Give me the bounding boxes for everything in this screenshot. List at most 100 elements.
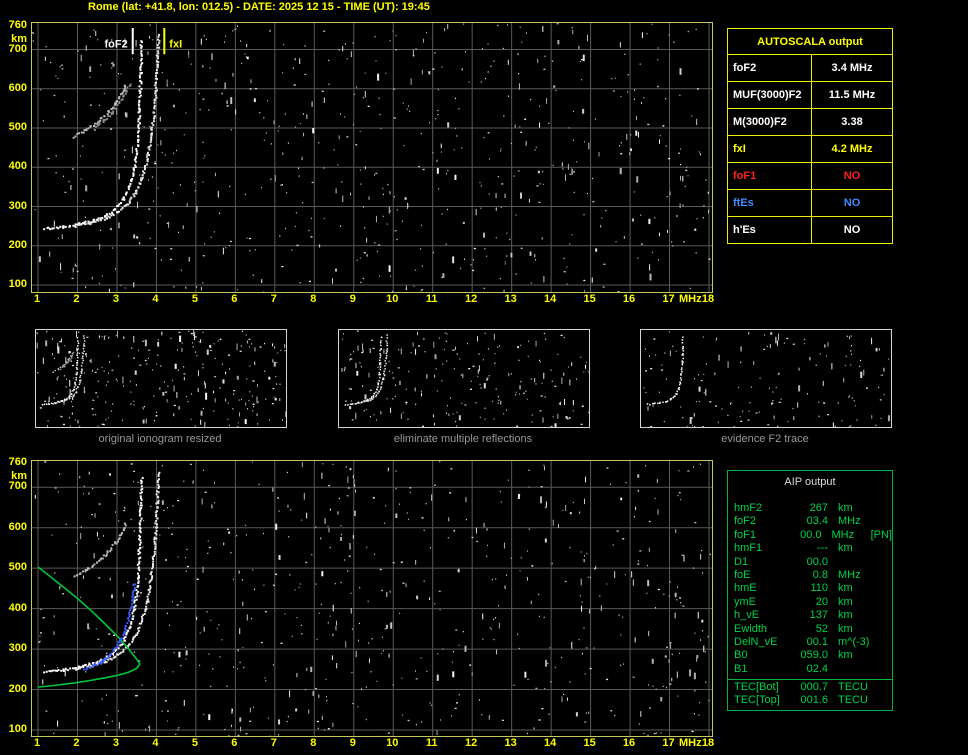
- x-axis-tick-label: 10: [386, 737, 399, 749]
- aip-cell: [880, 542, 892, 555]
- x-axis-tick-label: 7: [270, 737, 277, 749]
- aip-cell: MHz: [838, 568, 861, 581]
- aip-cell: 0.8: [812, 568, 828, 581]
- aip-table-title: AIP output: [784, 476, 836, 488]
- aip-cell: [880, 556, 892, 569]
- noise-echoes: [32, 23, 711, 292]
- panel-evidence-caption: evidence F2 trace: [721, 433, 809, 445]
- autoscala-row-label: foF2: [728, 55, 812, 81]
- aip-row-yme: ymE 20 km: [728, 596, 892, 609]
- aip-row-hmf1: hmF1 --- km: [728, 542, 892, 555]
- aip-cell: h_vE: [734, 609, 760, 622]
- aip-cell: ---: [817, 542, 828, 555]
- aip-row-b1: B1 02.4: [728, 663, 892, 676]
- x-axis-unit-label: MHz: [679, 737, 702, 749]
- aip-cell: MHz: [831, 528, 855, 541]
- aip-cell: 137: [809, 609, 828, 622]
- noise-echoes: [341, 330, 589, 427]
- autoscala-row-m3000f2: M(3000)F2 3.38: [728, 109, 892, 136]
- x-axis-tick-label: 3: [112, 293, 119, 305]
- aip-cell: [880, 623, 892, 636]
- aip-row-foe: foE 0.8 MHz: [728, 569, 892, 582]
- x-axis-tick-label: 6: [231, 737, 238, 749]
- aip-output-table: AIP output hmF2 267 km foF2 03.4 MHz foF1 00.0 M…: [727, 470, 893, 711]
- noise-echoes: [643, 331, 891, 427]
- aip-row-ewidth: Ewidth 52 km: [728, 623, 892, 636]
- panel-original-ionogram: [35, 329, 287, 428]
- aip-cell: 20: [815, 595, 828, 608]
- aip-cell: [880, 681, 892, 694]
- x-axis-tick-label: 7: [270, 293, 277, 305]
- aip-cell: B0: [734, 649, 748, 662]
- aip-cell: km: [838, 582, 853, 595]
- aip-cell: km: [838, 649, 853, 662]
- aip-cell: ymE: [734, 595, 756, 608]
- autoscala-row-value: NO: [843, 170, 861, 182]
- x-axis-tick-label: 13: [504, 737, 517, 749]
- aip-cell: [880, 609, 892, 622]
- autoscala-row-value: 4.2 MHz: [831, 143, 873, 155]
- ionogram-profile-plot: [31, 460, 713, 737]
- aip-row-b0: B0 059.0 km: [728, 649, 892, 662]
- panel-f2-canvas: [643, 331, 891, 427]
- autoscala-row-value: NO: [843, 197, 861, 209]
- autoscala-table-title: AUTOSCALA output: [728, 29, 892, 55]
- x-axis-tick-label: 12: [465, 293, 478, 305]
- aip-cell: [PN]: [870, 528, 892, 541]
- x-axis-tick-label: 6: [231, 293, 238, 305]
- trace-second-hop-o: [73, 522, 127, 578]
- aip-cell: TECU: [838, 681, 868, 694]
- x-axis-tick-label: 13: [504, 293, 517, 305]
- x-axis-tick-label: 14: [543, 737, 557, 749]
- aip-cell: 059.0: [800, 649, 828, 662]
- x-axis-tick-label: 11: [425, 737, 438, 749]
- aip-cell: [880, 596, 892, 609]
- aip-cell: TECU: [838, 694, 868, 707]
- aip-cell: 267: [809, 502, 828, 514]
- aip-cell: [828, 556, 880, 569]
- panel-evidence-f2: [640, 329, 892, 428]
- y-axis-tick-label: 100: [8, 278, 27, 290]
- x-axis-tick-label: 9: [349, 737, 356, 749]
- x-axis-tick-label: 16: [622, 737, 636, 749]
- x-axis-tick-label: 11: [425, 293, 438, 305]
- aip-cell: [880, 515, 892, 528]
- autoscala-row-value: 11.5 MHz: [828, 89, 876, 101]
- y-axis-tick-label: 400: [8, 160, 27, 173]
- aip-cell: km: [838, 542, 853, 555]
- panel-eliminate-caption: eliminate multiple reflections: [393, 433, 533, 445]
- aip-cell: foE: [734, 568, 751, 581]
- aip-cell: 03.4: [806, 515, 828, 528]
- aip-row-d1: D1 00.0: [728, 556, 892, 569]
- marker-label-fxI: fxI: [169, 39, 182, 51]
- noise-echoes: [36, 330, 286, 427]
- aip-cell: [880, 649, 892, 662]
- marker-foF2: foF2: [104, 27, 134, 55]
- x-axis-tick-label: 10: [386, 293, 399, 305]
- autoscala-row-value: 3.4 MHz: [831, 62, 873, 74]
- aip-cell: 00.0: [806, 555, 828, 568]
- grid-lines: [32, 23, 712, 292]
- station-date-time-title: Rome (lat: +41.8, lon: 012.5) - DATE: 20…: [88, 1, 430, 13]
- aip-tec-rows: TEC[Bot] 000.7 TECU TEC[Top] 001.6 TECU: [728, 679, 892, 710]
- ionogram-main-plot: foF2 fxI: [31, 22, 713, 293]
- trace-second-hop-x: [59, 351, 75, 371]
- aip-cell: foF1: [734, 528, 757, 541]
- trace-fitted-trace: [83, 583, 137, 671]
- aip-cell: [880, 582, 892, 595]
- y-axis-tick-label: 500: [8, 121, 27, 134]
- y-axis-tick-label: 300: [8, 642, 27, 655]
- x-axis-tick-label: 8: [310, 293, 317, 305]
- aip-row-tectop: TEC[Top] 001.6 TECU: [728, 694, 892, 707]
- aip-cell: hmF2: [734, 502, 763, 514]
- aip-cell: Ewidth: [734, 622, 768, 635]
- aip-cell: [880, 694, 892, 707]
- aip-row-fof1: foF1 00.0 MHz [PN]: [728, 529, 892, 542]
- aip-table-rows: hmF2 267 km foF2 03.4 MHz foF1 00.0 MHz [PN] hmF1-…: [728, 493, 892, 676]
- marker-label-foF2: foF2: [104, 39, 127, 51]
- y-axis-tick-label: 200: [8, 238, 27, 251]
- trace-second-hop-o: [72, 84, 126, 139]
- y-axis-tick-label: 100: [8, 723, 27, 735]
- x-axis-tick-label: 9: [349, 293, 356, 305]
- aip-cell: km: [838, 609, 853, 622]
